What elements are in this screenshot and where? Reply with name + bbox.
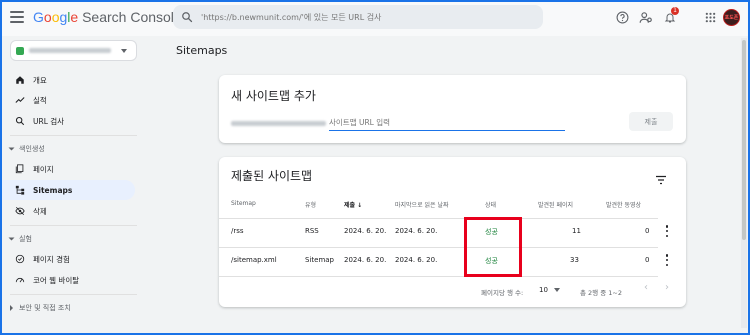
previous-page-icon[interactable]: ‹ [644, 282, 648, 293]
pagination-range: 총 2행 중 1~2 [580, 289, 622, 297]
row-divider [219, 247, 658, 248]
add-sitemap-card: 새 사이트맵 추가 제출 [219, 75, 686, 143]
menu-icon[interactable] [10, 11, 24, 23]
sidebar-item-overview[interactable]: 개요 [0, 70, 135, 90]
sitemap-url-input[interactable] [329, 115, 565, 131]
property-favicon [16, 46, 24, 55]
cell-pages: 11 [572, 227, 581, 235]
chevron-down-icon [121, 49, 127, 53]
url-inspection-search[interactable] [173, 5, 543, 29]
sidebar-item-performance[interactable]: 실적 [0, 90, 135, 110]
sidebar-divider [10, 294, 137, 295]
notification-badge: 1 [671, 7, 679, 15]
column-header-type[interactable]: 유형 [305, 200, 316, 209]
add-sitemap-title: 새 사이트맵 추가 [231, 89, 316, 103]
top-app-bar: Google Search Console 1 포도폰 [0, 0, 750, 36]
status-highlight-box [464, 217, 522, 277]
cell-last-read: 2024. 6. 20. [395, 256, 438, 264]
expand-icon [8, 237, 15, 241]
cell-pages: 33 [570, 256, 579, 264]
submitted-sitemaps-title: 제출된 사이트맵 [231, 169, 313, 183]
pages-icon [14, 163, 26, 175]
sidebar-item-removals[interactable]: 삭제 [0, 201, 135, 221]
cell-videos: 0 [645, 227, 650, 235]
sidebar-divider [10, 225, 137, 226]
page-experience-icon [14, 253, 26, 265]
cell-sitemap[interactable]: /rss [231, 227, 244, 235]
visibility-off-icon [14, 205, 26, 217]
section-indexing[interactable]: 색인생성 [8, 144, 45, 154]
account-avatar[interactable]: 포도폰 [723, 9, 740, 26]
sitemap-icon [14, 184, 26, 196]
sidebar-item-core-web-vitals[interactable]: 코어 웹 바이탈 [0, 270, 135, 290]
column-header-sitemap[interactable]: Sitemap [231, 200, 256, 207]
trending-up-icon [14, 94, 26, 106]
search-icon [14, 115, 26, 127]
section-security[interactable]: 보안 및 직접 조치 [10, 303, 71, 313]
sidebar-item-pages[interactable]: 페이지 [0, 159, 135, 179]
rows-per-page-label: 페이지당 행 수: [481, 289, 524, 297]
sidebar-divider [10, 135, 137, 136]
sort-arrow-down-icon: ↓ [357, 202, 363, 209]
more-options-icon[interactable] [665, 254, 669, 266]
speed-icon [14, 274, 26, 286]
sidebar-item-sitemaps[interactable]: Sitemaps [0, 180, 135, 200]
cell-submitted: 2024. 6. 20. [344, 227, 387, 235]
product-logo[interactable]: Google Search Console [33, 9, 182, 25]
logo-google: Google [33, 9, 79, 25]
rows-per-page-select[interactable]: 10 [539, 286, 560, 294]
apps-grid-icon[interactable] [702, 9, 718, 25]
scrollbar-thumb[interactable] [742, 40, 746, 240]
manage-users-icon[interactable] [638, 9, 654, 25]
help-icon[interactable] [614, 9, 630, 25]
property-selector[interactable] [10, 40, 137, 61]
chevron-down-icon [553, 288, 560, 292]
more-options-icon[interactable] [665, 225, 669, 237]
expand-icon [10, 305, 13, 311]
cell-videos: 0 [645, 256, 650, 264]
cell-submitted: 2024. 6. 20. [344, 256, 387, 264]
cell-sitemap[interactable]: /sitemap.xml [231, 256, 277, 264]
section-experience[interactable]: 실험 [8, 234, 32, 244]
cell-type: RSS [305, 227, 319, 235]
column-header-videos[interactable]: 발견한 동영상 [606, 200, 641, 209]
property-url-blurred [29, 48, 111, 53]
filter-icon[interactable] [655, 170, 667, 189]
search-input[interactable] [201, 12, 521, 22]
next-page-icon[interactable]: › [665, 282, 669, 293]
column-header-last-read[interactable]: 마지막으로 읽은 날짜 [395, 200, 449, 209]
submitted-sitemaps-card: 제출된 사이트맵 Sitemap 유형 제출 ↓ 마지막으로 읽은 날짜 상태 … [219, 157, 686, 307]
sidebar-item-url-inspection[interactable]: URL 검사 [0, 111, 135, 131]
cell-type: Sitemap [305, 256, 334, 264]
expand-icon [8, 147, 15, 151]
logo-product: Search Console [82, 9, 182, 25]
home-icon [14, 74, 26, 86]
column-header-status[interactable]: 상태 [485, 200, 496, 209]
column-header-submitted[interactable]: 제출 ↓ [344, 200, 362, 209]
cell-last-read: 2024. 6. 20. [395, 227, 438, 235]
site-url-prefix-blurred [231, 121, 326, 126]
page-title: Sitemaps [176, 44, 228, 57]
column-header-pages[interactable]: 발견된 페이지 [538, 200, 573, 209]
sidebar-item-page-experience[interactable]: 페이지 경험 [0, 249, 135, 269]
row-divider [219, 218, 658, 219]
submit-button[interactable]: 제출 [629, 112, 673, 131]
search-icon [182, 12, 193, 23]
row-divider [219, 276, 658, 277]
